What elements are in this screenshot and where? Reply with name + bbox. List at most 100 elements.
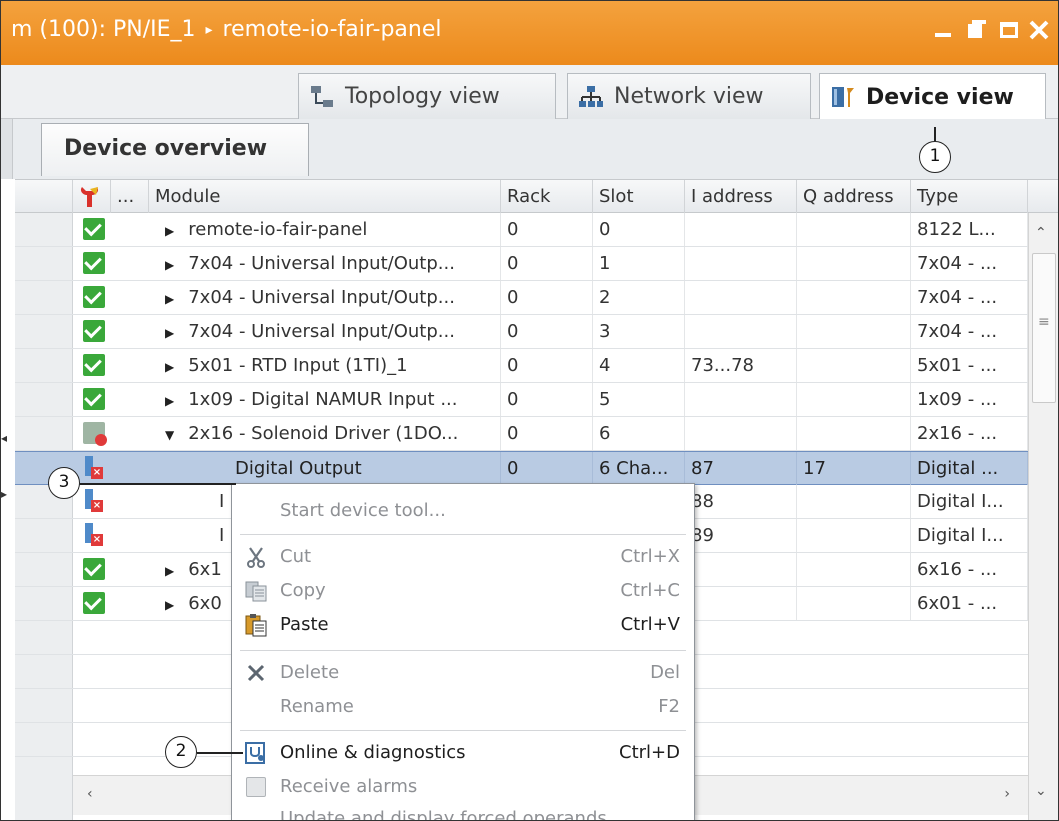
menu-separator [240, 650, 686, 651]
callout-1: 1 [919, 141, 951, 173]
alarm-checkbox-icon [244, 775, 268, 799]
status-error-icon: × [83, 523, 105, 547]
cell-qaddr [797, 553, 911, 586]
expand-arrow-icon[interactable]: ▶ [165, 385, 174, 416]
table-row[interactable]: ▶ 5x01 - RTD Input (1TI)_1 0 4 73...78 5x01 -… [15, 349, 1028, 383]
expand-right-icon[interactable]: ▸ [1, 487, 11, 501]
table-row[interactable]: ▶ 7x04 - Universal Input/Outp... 0 2 7x04 - … [15, 281, 1028, 315]
topology-icon [309, 84, 335, 110]
scroll-left-icon[interactable]: ‹ [87, 786, 93, 802]
column-header-i-address[interactable]: I address [685, 180, 797, 213]
tab-network-view[interactable]: Network view [567, 73, 811, 119]
column-header-type[interactable]: Type [911, 180, 1028, 213]
cell-type: 5x01 - ... [911, 349, 1028, 382]
scroll-thumb[interactable]: ≡ [1032, 253, 1056, 403]
expand-arrow-icon[interactable]: ▶ [165, 555, 174, 586]
module-name: 7x04 - Universal Input/Outp... [188, 253, 455, 274]
cell-rack: 0 [501, 247, 593, 280]
status-error-icon: × [83, 456, 105, 480]
menu-item-receive-alarms[interactable]: Receive alarms [232, 770, 694, 804]
cell-qaddr [797, 315, 911, 348]
table-header: ... Module Rack Slot I address Q address… [15, 179, 1058, 213]
column-header-q-address[interactable]: Q address [797, 180, 911, 213]
status-cell: × [73, 519, 125, 552]
cell-qaddr [797, 247, 911, 280]
table-row[interactable]: ▶ 1x09 - Digital NAMUR Input ... 0 5 1x09 - … [15, 383, 1028, 417]
menu-label: Delete [280, 662, 340, 683]
status-ok-icon [83, 558, 105, 580]
cell-iaddr: 88 [685, 485, 797, 518]
minimize-icon[interactable] [929, 15, 957, 43]
menu-shortcut: Del [650, 662, 680, 683]
status-cell [73, 213, 125, 246]
scroll-up-icon[interactable]: ⌃ [1035, 225, 1047, 241]
menu-shortcut: F2 [658, 696, 680, 717]
cell-type: 7x04 - ... [911, 315, 1028, 348]
module-name: 7x04 - Universal Input/Outp... [188, 287, 455, 308]
expand-arrow-icon[interactable]: ▶ [165, 317, 174, 348]
window-title: m (100): PN/IE_1 ▸ remote-io-fair-panel [11, 17, 442, 42]
status-cell [73, 349, 125, 382]
maximize-icon[interactable] [995, 15, 1023, 43]
title-bar: m (100): PN/IE_1 ▸ remote-io-fair-panel [1, 1, 1058, 65]
diagnostics-header-icon[interactable] [73, 180, 111, 213]
table-row[interactable]: ▶ remote-io-fair-panel 0 0 8122 L... [15, 213, 1028, 247]
menu-item-copy[interactable]: Copy Ctrl+C [232, 574, 694, 608]
menu-item-paste[interactable]: Paste Ctrl+V [232, 608, 694, 642]
menu-item-forced-operands[interactable]: Update and display forced operands [232, 802, 694, 820]
column-header-rack[interactable]: Rack [501, 180, 593, 213]
cell-rack: 0 [501, 213, 593, 246]
float-icon[interactable] [961, 15, 989, 43]
table-row[interactable]: ▶ 7x04 - Universal Input/Outp... 0 1 7x04 - … [15, 247, 1028, 281]
expand-arrow-icon[interactable]: ▶ [165, 589, 174, 620]
tab-device-overview[interactable]: Device overview [41, 123, 309, 176]
table-row[interactable]: × Digital Output 0 6 Cha... 87 17 Digital ... [15, 451, 1028, 485]
scroll-right-icon[interactable]: › [1004, 786, 1010, 802]
table-row[interactable]: ▼ 2x16 - Solenoid Driver (1DO... 0 6 2x16 - … [15, 417, 1028, 451]
expand-arrow-icon[interactable]: ▶ [165, 283, 174, 314]
column-header-module[interactable]: Module [149, 180, 501, 213]
tab-device-view[interactable]: Device view [819, 73, 1046, 120]
cell-module: ▼ 2x16 - Solenoid Driver (1DO... [149, 417, 501, 450]
cell-qaddr: 17 [797, 452, 911, 485]
status-cell: × [73, 452, 125, 485]
cell-qaddr [797, 281, 911, 314]
expand-arrow-icon[interactable]: ▶ [165, 249, 174, 280]
menu-item-online-diagnostics[interactable]: Online & diagnostics Ctrl+D [232, 736, 694, 770]
tab-topology-view[interactable]: Topology view [298, 73, 556, 119]
scroll-down-icon[interactable]: ⌄ [1035, 783, 1047, 799]
module-name: remote-io-fair-panel [188, 219, 368, 240]
cell-rack: 0 [501, 452, 593, 485]
grip-icon: ≡ [1038, 314, 1050, 330]
tab-label: Device view [866, 84, 1014, 110]
more-column-header[interactable]: ... [111, 180, 149, 213]
cell-slot: 5 [593, 383, 685, 416]
menu-item-rename[interactable]: Rename F2 [232, 690, 694, 724]
menu-label: Cut [280, 546, 312, 567]
module-name: 2x16 - Solenoid Driver (1DO... [188, 423, 459, 444]
column-header-slot[interactable]: Slot [593, 180, 685, 213]
cell-module: ▶ 1x09 - Digital NAMUR Input ... [149, 383, 501, 416]
cell-iaddr [685, 417, 797, 450]
paste-icon [244, 613, 268, 637]
table-row[interactable]: ▶ 7x04 - Universal Input/Outp... 0 3 7x04 - … [15, 315, 1028, 349]
menu-item-cut[interactable]: Cut Ctrl+X [232, 540, 694, 574]
cell-type: Digital I... [911, 519, 1028, 552]
cell-qaddr [797, 383, 911, 416]
status-cell [73, 417, 125, 450]
cell-type: 7x04 - ... [911, 281, 1028, 314]
module-name: 1x09 - Digital NAMUR Input ... [188, 389, 458, 410]
collapse-arrow-icon[interactable]: ▼ [165, 419, 174, 450]
expand-arrow-icon[interactable]: ▶ [165, 215, 174, 246]
cell-iaddr [685, 553, 797, 586]
close-icon[interactable] [1025, 15, 1053, 43]
collapse-left-icon[interactable]: ◂ [1, 431, 11, 445]
expand-arrow-icon[interactable]: ▶ [165, 351, 174, 382]
status-error-icon: × [83, 489, 105, 513]
menu-item-delete[interactable]: Delete Del [232, 656, 694, 690]
vertical-scrollbar[interactable]: ⌃ ≡ ⌄ [1028, 213, 1058, 820]
cell-qaddr [797, 417, 911, 450]
module-name: 6x1 [188, 559, 222, 580]
status-cell [73, 587, 125, 620]
menu-item-start-device-tool[interactable]: Start device tool... [232, 494, 694, 528]
